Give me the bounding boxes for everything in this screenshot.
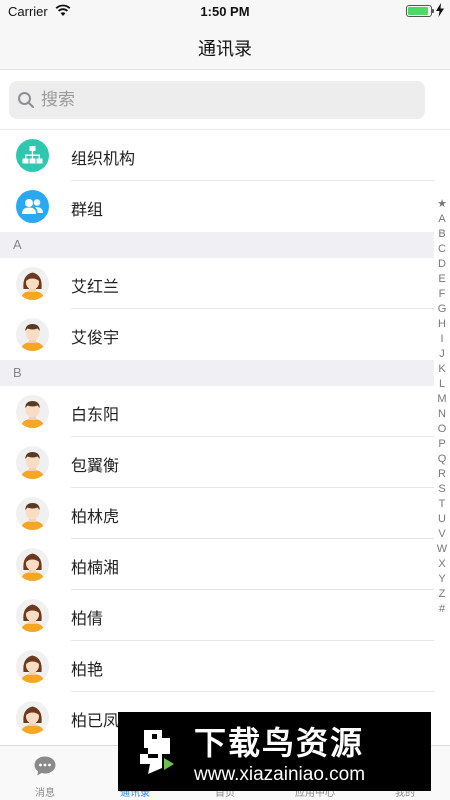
- index-letter[interactable]: R: [434, 467, 450, 482]
- index-letter[interactable]: B: [434, 227, 450, 242]
- contact-name: 包翼衡: [71, 456, 120, 475]
- index-letter[interactable]: E: [434, 272, 450, 287]
- index-letter[interactable]: Y: [434, 572, 450, 587]
- index-letter[interactable]: X: [434, 557, 450, 572]
- index-letter[interactable]: #: [434, 602, 450, 617]
- index-letter[interactable]: Q: [434, 452, 450, 467]
- tab-label: 消息: [35, 788, 55, 799]
- clock: 1:50 PM: [200, 4, 250, 19]
- groups-label: 群组: [71, 200, 104, 219]
- bird-logo-icon: [140, 730, 174, 774]
- contact-name: 艾俊宇: [71, 328, 120, 347]
- navigation-bar: 通讯录: [0, 22, 450, 70]
- page-title: 通讯录: [198, 39, 252, 60]
- watermark-banner: 下载鸟资源 www.xiazainiao.com: [118, 712, 431, 791]
- contact-name: 柏林虎: [71, 507, 120, 526]
- index-letter[interactable]: V: [434, 527, 450, 542]
- male-avatar-icon: [16, 497, 49, 530]
- index-letter[interactable]: I: [434, 332, 450, 347]
- contact-row[interactable]: 柏楠湘: [0, 539, 434, 590]
- index-letter[interactable]: D: [434, 257, 450, 272]
- search-icon: [18, 92, 34, 108]
- contact-name: 柏倩: [71, 609, 104, 628]
- contact-name: 艾红兰: [71, 277, 120, 296]
- female-avatar-icon: [16, 650, 49, 683]
- index-letter[interactable]: Z: [434, 587, 450, 602]
- female-avatar-icon: [16, 548, 49, 581]
- search-box[interactable]: [9, 81, 425, 119]
- contact-row[interactable]: 柏艳: [0, 641, 434, 692]
- contact-row[interactable]: 包翼衡: [0, 437, 434, 488]
- index-letter[interactable]: G: [434, 302, 450, 317]
- male-avatar-icon: [16, 318, 49, 351]
- contact-row[interactable]: 艾红兰: [0, 258, 434, 309]
- index-letter[interactable]: A: [434, 212, 450, 227]
- chat-bubble-icon: [34, 756, 56, 776]
- section-header-a: A: [0, 232, 434, 258]
- index-letter[interactable]: T: [434, 497, 450, 512]
- section-letter: B: [13, 365, 22, 380]
- battery-level: [408, 7, 428, 15]
- contact-row[interactable]: 白东阳: [0, 386, 434, 437]
- contact-row[interactable]: 柏林虎: [0, 488, 434, 539]
- battery-icon: [406, 5, 434, 17]
- contact-name: 白东阳: [71, 405, 120, 424]
- status-bar: Carrier 1:50 PM: [0, 0, 450, 22]
- index-letter[interactable]: ★: [434, 197, 450, 212]
- index-letter[interactable]: N: [434, 407, 450, 422]
- index-letter[interactable]: M: [434, 392, 450, 407]
- index-letter[interactable]: P: [434, 437, 450, 452]
- charging-icon: [436, 3, 444, 17]
- female-avatar-icon: [16, 599, 49, 632]
- male-avatar-icon: [16, 446, 49, 479]
- index-letter[interactable]: O: [434, 422, 450, 437]
- index-letter[interactable]: H: [434, 317, 450, 332]
- contact-row[interactable]: 艾俊宇: [0, 309, 434, 360]
- index-letter[interactable]: F: [434, 287, 450, 302]
- search-input[interactable]: [41, 81, 411, 119]
- tab-messages[interactable]: 消息: [0, 746, 90, 800]
- female-avatar-icon: [16, 701, 49, 734]
- male-avatar-icon: [16, 395, 49, 428]
- contact-name: 柏已凤: [71, 711, 120, 730]
- section-header-b: B: [0, 360, 434, 386]
- watermark-url: www.xiazainiao.com: [194, 764, 366, 785]
- index-letter[interactable]: S: [434, 482, 450, 497]
- index-letter[interactable]: L: [434, 377, 450, 392]
- contact-row[interactable]: 柏倩: [0, 590, 434, 641]
- group-icon: [16, 190, 49, 223]
- groups-item[interactable]: 群组: [0, 181, 434, 232]
- index-letter[interactable]: W: [434, 542, 450, 557]
- watermark-title: 下载鸟资源: [194, 724, 365, 762]
- index-letter[interactable]: C: [434, 242, 450, 257]
- contact-name: 柏艳: [71, 660, 104, 679]
- index-letter[interactable]: J: [434, 347, 450, 362]
- org-structure-item[interactable]: 组织机构: [0, 130, 434, 181]
- contact-list: 组织机构 群组 A 艾红兰 艾俊宇 B 白东阳 包翼衡 柏林虎 柏楠湘 柏倩 柏…: [0, 130, 434, 743]
- female-avatar-icon: [16, 267, 49, 300]
- alphabet-index[interactable]: ★ A B C D E F G H I J K L M N O P Q R S T U V W X Y Z #: [434, 197, 450, 617]
- org-chart-icon: [16, 139, 49, 172]
- search-area: [0, 70, 450, 130]
- index-letter[interactable]: K: [434, 362, 450, 377]
- org-structure-label: 组织机构: [71, 149, 136, 168]
- index-letter[interactable]: U: [434, 512, 450, 527]
- contact-name: 柏楠湘: [71, 558, 120, 577]
- section-letter: A: [13, 237, 22, 252]
